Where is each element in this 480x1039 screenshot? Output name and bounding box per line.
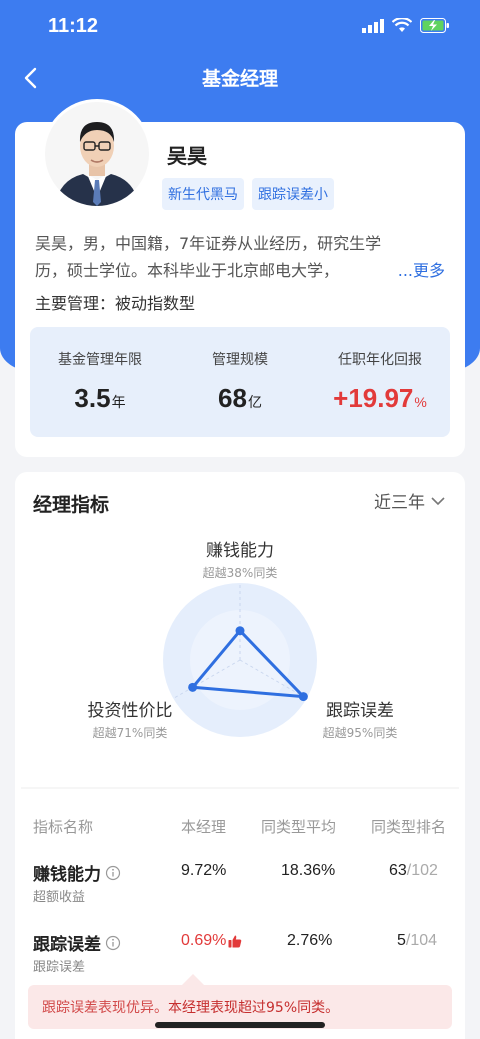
radar-point bbox=[188, 682, 198, 692]
avatar bbox=[45, 102, 149, 206]
manager-profile-card: 吴昊 新生代黑马 跟踪误差小 吴昊，男，中国籍，7年证券从业经历，研究生学 历，… bbox=[15, 102, 465, 457]
stat-value: 3.5年 bbox=[74, 383, 126, 413]
section-title: 经理指标 bbox=[33, 494, 110, 516]
stat-aum: 管理规模 68亿 bbox=[170, 327, 310, 437]
manager-value: 9.72% bbox=[181, 862, 227, 879]
table-row[interactable]: 赚钱能力 超额收益 9.72% 18.36% 63/102 bbox=[33, 860, 453, 910]
column-header: 指标名称 bbox=[33, 818, 94, 836]
column-header: 同类型排名 bbox=[371, 818, 447, 836]
section-divider bbox=[7, 780, 473, 796]
info-icon[interactable] bbox=[105, 865, 121, 881]
stat-annual-return: 任职年化回报 +19.97% bbox=[310, 327, 450, 437]
status-icons bbox=[362, 18, 450, 33]
tag-badge[interactable]: 跟踪误差小 bbox=[252, 178, 334, 210]
stat-tenure: 基金管理年限 3.5年 bbox=[30, 327, 170, 437]
column-header: 本经理 bbox=[181, 818, 227, 836]
tag-badge[interactable]: 新生代黑马 bbox=[162, 178, 244, 210]
manager-portrait-icon bbox=[45, 102, 149, 206]
manager-stats: 基金管理年限 3.5年 管理规模 68亿 任职年化回报 +19.97% bbox=[30, 327, 450, 437]
manager-tags: 新生代黑马 跟踪误差小 bbox=[162, 178, 334, 210]
battery-charging-icon bbox=[420, 18, 449, 33]
metric-sub: 跟踪误差 bbox=[33, 960, 86, 975]
tooltip-arrow bbox=[182, 974, 204, 985]
tooltip-highlight: 本经理表现超过95%同类。 bbox=[168, 1000, 340, 1016]
table-row[interactable]: 跟踪误差 跟踪误差 0.69% 2.76% 5/104 bbox=[33, 930, 453, 980]
bio-line: 历，硕士学位。本科毕业于北京邮电大学， bbox=[35, 261, 340, 280]
manager-bio: 吴昊，男，中国籍，7年证券从业经历，研究生学 历，硕士学位。本科毕业于北京邮电大… bbox=[35, 230, 445, 284]
metric-sub: 超额收益 bbox=[33, 890, 86, 905]
radar-point bbox=[235, 626, 245, 636]
bio-more-link[interactable]: ...更多 bbox=[398, 257, 445, 284]
stat-label: 基金管理年限 bbox=[58, 352, 142, 368]
average-value: 2.76% bbox=[287, 932, 333, 949]
chevron-down-icon bbox=[431, 496, 445, 505]
page-title: 基金经理 bbox=[201, 68, 278, 90]
radar-chart: 赚钱能力 超越38%同类 跟踪误差 超越95%同类 投资性价比 超越71%同类 bbox=[15, 532, 465, 752]
bio-line: 吴昊，男，中国籍，7年证券从业经历，研究生学 bbox=[35, 234, 382, 253]
metric-name: 跟踪误差 bbox=[33, 930, 121, 955]
status-time: 11:12 bbox=[48, 15, 99, 37]
stat-value: 68亿 bbox=[218, 383, 262, 413]
manager-value: 0.69% bbox=[181, 932, 242, 950]
column-header: 同类型平均 bbox=[261, 818, 337, 836]
radar-label-value: 投资性价比 超越71%同类 bbox=[87, 701, 173, 740]
wifi-icon bbox=[392, 18, 412, 32]
radar-label-earning: 赚钱能力 超越38%同类 bbox=[202, 541, 278, 580]
home-indicator[interactable] bbox=[155, 1022, 325, 1028]
stat-value: +19.97% bbox=[333, 383, 427, 413]
manager-indicators-card: 经理指标 近三年 赚钱能力 超越38%同类 跟踪误差 超越95%同类 投资性价比… bbox=[7, 472, 473, 1039]
main-manage-type: 主要管理：被动指数型 bbox=[35, 294, 196, 313]
stat-label: 管理规模 bbox=[212, 352, 268, 368]
info-icon[interactable] bbox=[105, 935, 121, 951]
stat-label: 任职年化回报 bbox=[338, 352, 422, 368]
status-bar: 11:12 bbox=[0, 0, 480, 54]
radar-label-tracking: 跟踪误差 超越95%同类 bbox=[322, 701, 398, 740]
rank-value: 5/104 bbox=[397, 932, 438, 949]
thumbs-up-icon bbox=[228, 935, 242, 948]
cellular-signal-icon bbox=[362, 18, 384, 33]
metric-name: 赚钱能力 bbox=[33, 860, 121, 885]
period-dropdown[interactable]: 近三年 bbox=[374, 488, 447, 513]
tooltip-text: 跟踪误差表现优异。 bbox=[42, 1000, 168, 1016]
manager-name: 吴昊 bbox=[167, 144, 207, 168]
average-value: 18.36% bbox=[281, 862, 336, 879]
period-value: 近三年 bbox=[374, 493, 425, 513]
rank-value: 63/102 bbox=[389, 862, 438, 879]
nav-bar: 基金经理 bbox=[0, 54, 480, 102]
